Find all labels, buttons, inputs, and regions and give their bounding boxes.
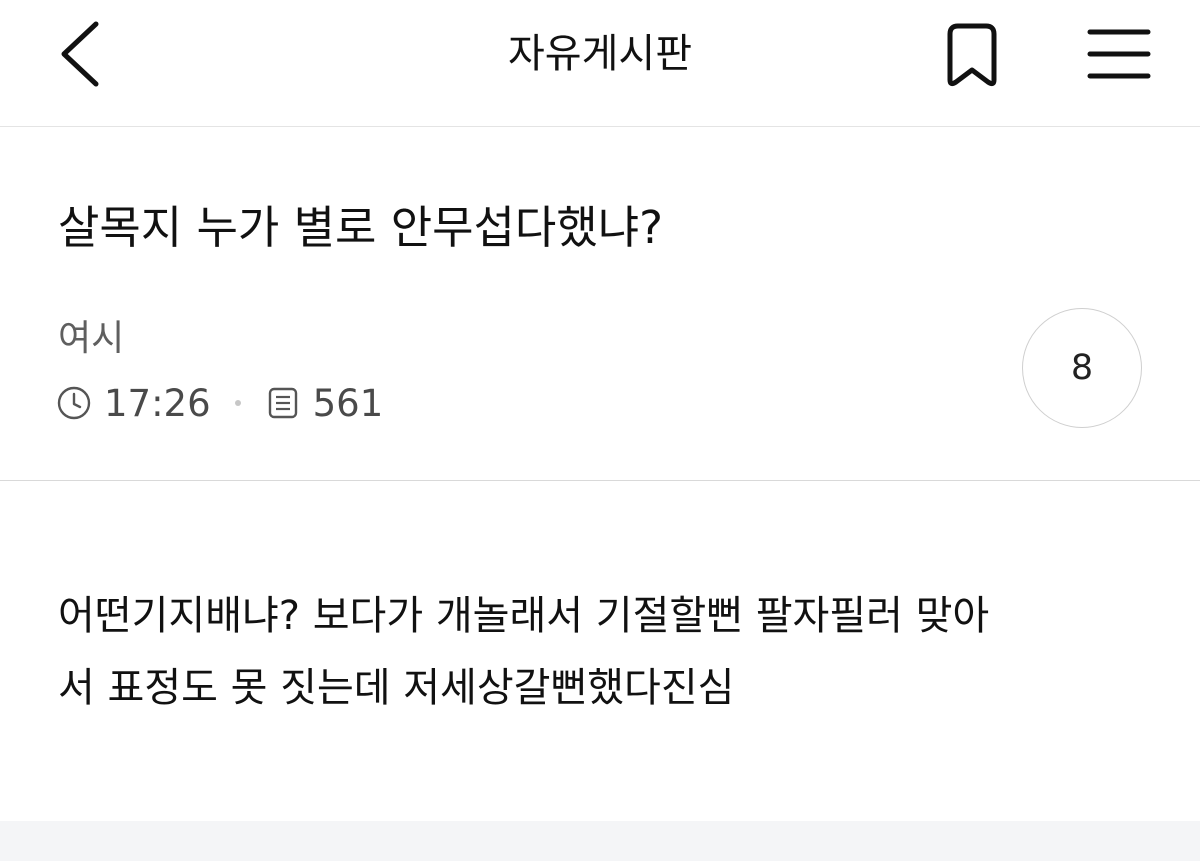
post-title: 살목지 누가 별로 안무섭다했냐? (58, 201, 663, 254)
comment-count-button[interactable]: 8 (1022, 308, 1142, 428)
menu-button[interactable] (1086, 24, 1154, 88)
bookmark-button[interactable] (936, 20, 1008, 92)
author-name[interactable]: 여시 (58, 315, 124, 363)
views-document-icon (268, 387, 297, 419)
footer-band (0, 821, 1200, 861)
hamburger-menu-icon (1087, 29, 1151, 79)
comment-count: 8 (1070, 348, 1094, 388)
view-count: 561 (312, 381, 384, 425)
board-title: 자유게시판 (508, 31, 692, 77)
content-divider (0, 480, 1200, 481)
post-time: 17:26 (104, 381, 211, 425)
post-body-line: 서 표정도 못 짓는데 저세상갈뻔했다진심 (58, 665, 735, 711)
post-body-line: 어떤기지배냐? 보다가 개놀래서 기절할뻔 팔자필러 맞아 (58, 593, 990, 639)
meta-separator-dot (234, 400, 241, 406)
back-button[interactable] (52, 18, 112, 90)
chevron-left-icon (61, 21, 99, 87)
post-body: 어떤기지배냐? 보다가 개놀래서 기절할뻔 팔자필러 맞아 서 표정도 못 짓는… (58, 580, 1158, 724)
clock-icon (57, 386, 91, 420)
post-meta: 17:26 561 (56, 380, 383, 426)
top-navigation-bar: 자유게시판 (0, 0, 1200, 127)
bookmark-icon (947, 23, 997, 87)
